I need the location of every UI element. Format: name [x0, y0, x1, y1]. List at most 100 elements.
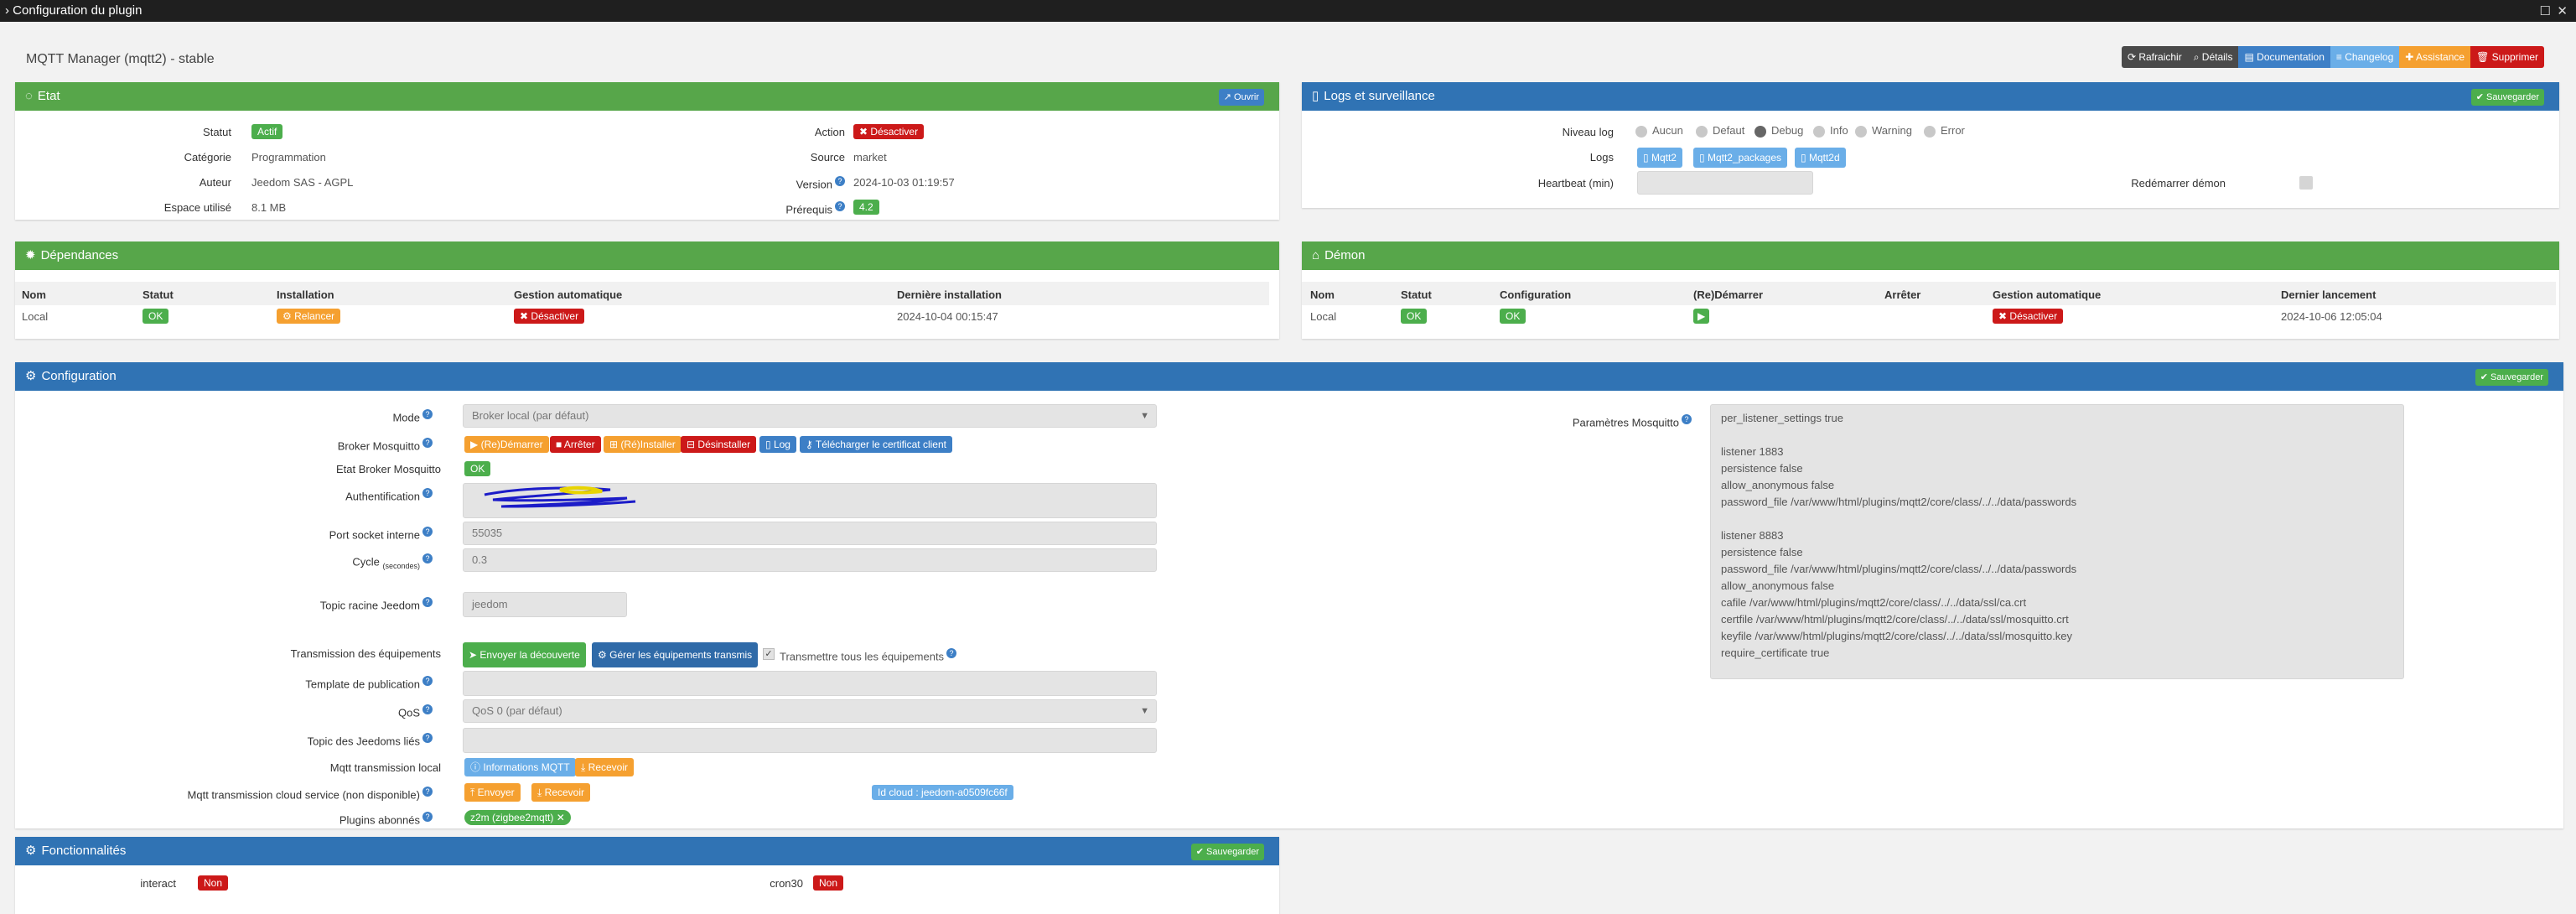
params-textarea[interactable]: per_listener_settings true listener 1883…	[1710, 404, 2404, 679]
log-level-debug[interactable]: Debug	[1754, 124, 1803, 138]
log-mqtt2-packages-button[interactable]: ▯ Mqtt2_packages	[1693, 148, 1788, 168]
demon-start-button[interactable]: ▶	[1693, 309, 1710, 324]
broker-install-button[interactable]: ⊞ (Ré)Installer	[604, 436, 682, 453]
demon-panel: ⌂ Démon Nom Statut Configuration (Re)Déma…	[1302, 241, 2559, 339]
close-icon[interactable]: ✕	[557, 812, 565, 823]
deactivate-plugin-button[interactable]: ✖ Désactiver	[853, 124, 925, 139]
stop-icon: ■	[556, 439, 562, 450]
template-input[interactable]	[463, 671, 1157, 696]
manage-equipment-button[interactable]: ⚙ Gérer les équipements transmis	[592, 642, 759, 667]
support-icon: ✚	[2405, 51, 2414, 63]
upload-icon: ⤒	[470, 787, 475, 798]
demon-deactivate-button[interactable]: ✖ Désactiver	[1993, 309, 2064, 324]
radio-selected-icon	[1754, 125, 1766, 138]
toolbar: ⟳ Rafraichir ⌕ Détails ▤ Documentation ≡…	[2121, 46, 2544, 68]
log-mqtt2d-button[interactable]: ▯ Mqtt2d	[1795, 148, 1846, 168]
help-icon[interactable]: ?	[422, 733, 433, 743]
delete-button[interactable]: 🗑 Supprimer	[2470, 46, 2544, 68]
redaction-scribble	[484, 486, 636, 508]
dependances-panel-header: ✹ Dépendances	[15, 241, 1279, 270]
port-input[interactable]: 55035	[463, 522, 1157, 545]
download-icon: ⤓	[537, 787, 542, 798]
log-level-info[interactable]: Info	[1813, 124, 1848, 138]
times-icon: ✖	[859, 126, 868, 138]
file-icon: ▯	[1801, 152, 1806, 164]
changelog-button[interactable]: ≡ Changelog	[2330, 46, 2400, 68]
file-icon: ▯	[1312, 89, 1319, 103]
dep-deactivate-button[interactable]: ✖ Désactiver	[514, 309, 585, 324]
mqtt-info-button[interactable]: ⓘ Informations MQTT	[464, 758, 576, 776]
prerequis-label: Prérequis?	[602, 201, 845, 216]
log-level-aucun[interactable]: Aucun	[1635, 124, 1683, 138]
open-button[interactable]: ↗ Ouvrir	[1218, 89, 1264, 106]
col-gestion: Gestion automatique	[514, 288, 623, 301]
help-icon[interactable]: ?	[422, 438, 433, 448]
help-icon[interactable]: ?	[422, 676, 433, 686]
cogs-icon: ⚙	[25, 844, 37, 858]
help-icon[interactable]: ?	[422, 553, 433, 563]
help-icon[interactable]: ?	[835, 176, 845, 186]
plugins-label: Plugins abonnés?	[15, 812, 433, 826]
download-cert-button[interactable]: ⚷ Télécharger le certificat client	[800, 436, 952, 453]
cloud-receive-button[interactable]: ⤓ Recevoir	[531, 783, 591, 802]
help-icon[interactable]: ?	[422, 704, 433, 714]
radio-icon	[1855, 125, 1867, 138]
qos-select[interactable]: QoS 0 (par défaut) ▼	[463, 699, 1157, 723]
transmit-all-checkbox[interactable]: ✓	[763, 648, 775, 660]
broker-uninstall-button[interactable]: ⊟ Désinstaller	[681, 436, 757, 453]
col-nom: Nom	[22, 288, 46, 301]
chevron-right-icon: ›	[5, 3, 9, 18]
feature-interact-badge[interactable]: Non	[198, 875, 229, 891]
restart-daemon-label: Redémarrer démon	[2131, 177, 2226, 190]
logs-save-button[interactable]: ✔ Sauvegarder	[2470, 89, 2544, 106]
help-icon[interactable]: ?	[422, 409, 433, 419]
features-save-button[interactable]: ✔ Sauvegarder	[1190, 844, 1264, 860]
maximize-icon[interactable]: ☐	[2540, 3, 2551, 18]
linked-label: Topic des Jeedoms liés?	[15, 733, 433, 747]
help-icon[interactable]: ?	[835, 201, 845, 211]
help-icon[interactable]: ?	[422, 812, 433, 822]
caret-down-icon: ▼	[1140, 411, 1149, 421]
etat-broker-label: Etat Broker Mosquitto	[336, 463, 441, 475]
log-level-defaut[interactable]: Defaut	[1696, 124, 1744, 138]
log-mqtt2-button[interactable]: ▯ Mqtt2	[1637, 148, 1682, 168]
close-icon[interactable]: ✕	[2557, 3, 2568, 18]
refresh-button[interactable]: ⟳ Rafraichir	[2121, 46, 2188, 68]
dep-statut-badge: OK	[143, 309, 169, 324]
broker-log-button[interactable]: ▯ Log	[759, 436, 796, 453]
broker-restart-button[interactable]: ▶ (Re)Démarrer	[464, 436, 549, 453]
help-icon[interactable]: ?	[422, 787, 433, 797]
prerequis-badge: 4.2	[853, 200, 879, 215]
dep-nom: Local	[22, 310, 49, 323]
help-icon[interactable]: ?	[946, 648, 957, 658]
documentation-button[interactable]: ▤ Documentation	[2238, 46, 2330, 68]
log-level-warning[interactable]: Warning	[1855, 124, 1912, 138]
mode-select[interactable]: Broker local (par défaut) ▼	[463, 404, 1157, 428]
plugin-tag[interactable]: z2m (zigbee2mqtt) ✕	[464, 810, 571, 825]
help-icon[interactable]: ?	[1682, 414, 1692, 424]
espace-value: 8.1 MB	[251, 201, 287, 214]
cloud-send-button[interactable]: ⤒ Envoyer	[464, 783, 521, 802]
details-button[interactable]: ⌕ Détails	[2187, 46, 2239, 68]
topic-input[interactable]: jeedom	[463, 592, 627, 617]
restart-daemon-checkbox[interactable]	[2299, 176, 2313, 190]
local-receive-button[interactable]: ⤓ Recevoir	[575, 758, 635, 776]
help-icon[interactable]: ?	[422, 488, 433, 498]
config-save-button[interactable]: ✔ Sauvegarder	[2475, 369, 2548, 386]
broker-stop-button[interactable]: ■ Arrêter	[550, 436, 601, 453]
cogs-icon: ⚙	[25, 369, 37, 383]
help-icon[interactable]: ?	[422, 527, 433, 537]
statut-badge: Actif	[251, 124, 283, 139]
plugin-title: MQTT Manager (mqtt2) - stable	[26, 52, 215, 66]
linked-input[interactable]	[463, 728, 1157, 753]
col-installation: Installation	[277, 288, 334, 301]
send-discovery-button[interactable]: ➤ Envoyer la découverte	[463, 642, 586, 667]
fonctionnalites-panel: ⚙ Fonctionnalités ✔ Sauvegarder interact …	[15, 837, 1279, 914]
log-level-error[interactable]: Error	[1924, 124, 1965, 138]
heartbeat-input[interactable]	[1637, 171, 1813, 195]
assistance-button[interactable]: ✚ Assistance	[2399, 46, 2471, 68]
cycle-input[interactable]: 0.3	[463, 548, 1157, 572]
help-icon[interactable]: ?	[422, 597, 433, 607]
feature-cron30-badge[interactable]: Non	[813, 875, 844, 891]
relaunch-install-button[interactable]: ⚙ Relancer	[277, 309, 341, 324]
